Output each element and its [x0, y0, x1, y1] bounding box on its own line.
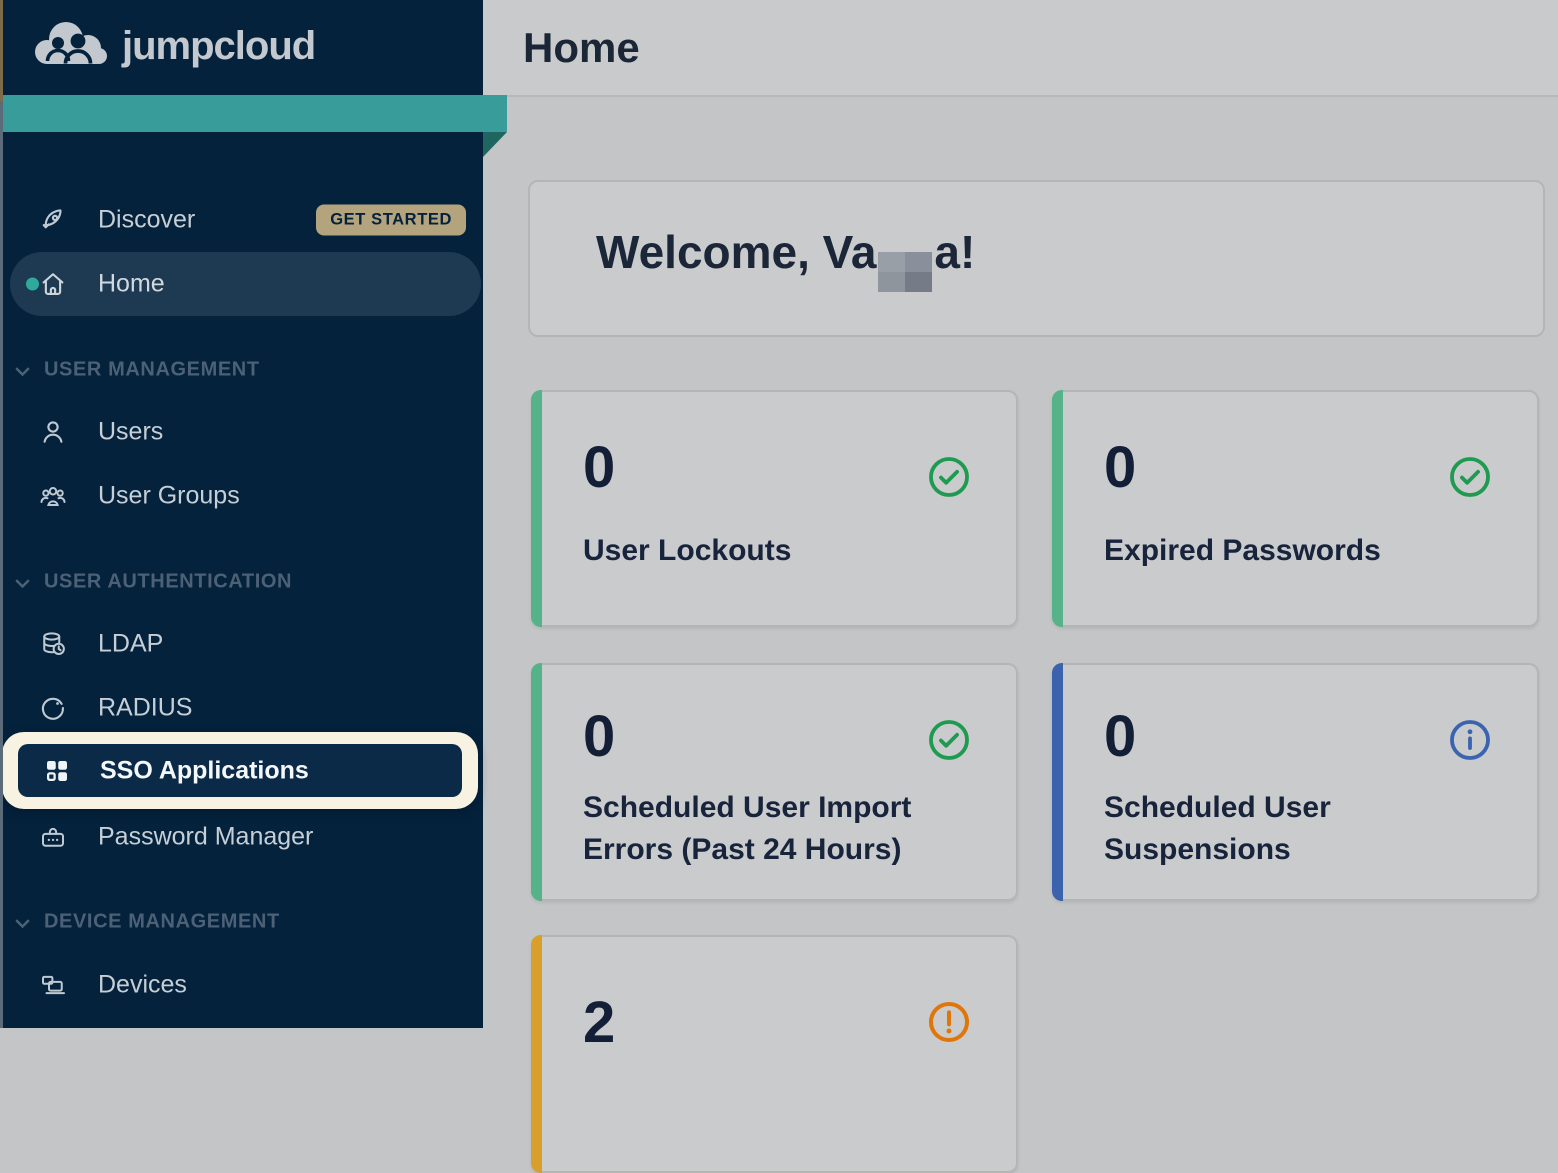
radius-radar-icon [38, 693, 68, 723]
card-accent-bar [1052, 663, 1063, 901]
stat-card-expired-passwords[interactable]: 0 Expired Passwords [1052, 390, 1539, 627]
screen-edge-bottom [0, 101, 3, 1028]
sidebar: jumpcloud Discover GET STARTED Home [0, 0, 483, 1028]
password-manager-icon [38, 822, 68, 852]
stat-card-scheduled-import-errors[interactable]: 0 Scheduled User Import Errors (Past 24 … [531, 663, 1018, 901]
redacted-name-pixelation [878, 252, 932, 292]
sidebar-item-label: Home [98, 270, 165, 299]
stat-value: 0 [583, 703, 615, 770]
jumpcloud-logo[interactable]: jumpcloud [32, 18, 315, 75]
stat-value: 2 [583, 989, 615, 1056]
ldap-database-icon [38, 629, 68, 659]
sidebar-item-discover[interactable]: Discover GET STARTED [0, 188, 483, 252]
sidebar-item-home[interactable]: Home [0, 252, 483, 316]
sidebar-item-label: RADIUS [98, 694, 192, 723]
sidebar-item-user-groups[interactable]: User Groups [0, 464, 483, 528]
sidebar-item-password-manager[interactable]: Password Manager [0, 805, 483, 869]
sso-grid-icon [42, 756, 72, 786]
welcome-suffix: a! [934, 226, 975, 278]
section-device-management[interactable]: DEVICE MANAGEMENT [0, 909, 483, 935]
stat-label: Expired Passwords [1104, 530, 1464, 572]
section-user-management[interactable]: USER MANAGEMENT [0, 357, 483, 383]
user-group-icon [38, 481, 68, 511]
sidebar-item-sso-applications[interactable]: SSO Applications [18, 744, 462, 797]
chevron-down-icon [15, 917, 30, 928]
sidebar-item-label: Discover [98, 206, 195, 235]
stat-label: Scheduled User Suspensions [1104, 787, 1464, 871]
section-title: USER MANAGEMENT [44, 359, 260, 382]
stat-card-user-lockouts[interactable]: 0 User Lockouts [531, 390, 1018, 627]
jumpcloud-cloud-icon [32, 18, 112, 75]
main-header: Home [483, 0, 1558, 97]
sidebar-item-label: Devices [98, 971, 187, 1000]
chevron-down-icon [15, 577, 30, 588]
section-title: USER AUTHENTICATION [44, 571, 292, 594]
card-accent-bar [1052, 390, 1063, 627]
sidebar-item-radius[interactable]: RADIUS [0, 676, 483, 740]
stat-card-warning[interactable]: 2 [531, 935, 1018, 1173]
card-accent-bar [531, 935, 542, 1173]
rocket-icon [38, 205, 68, 235]
page-title: Home [523, 0, 640, 95]
get-started-badge[interactable]: GET STARTED [316, 205, 466, 236]
stat-label: Scheduled User Import Errors (Past 24 Ho… [583, 787, 943, 871]
devices-icon [38, 970, 68, 1000]
section-title: DEVICE MANAGEMENT [44, 911, 280, 934]
welcome-prefix: Welcome, Va [596, 226, 876, 278]
check-circle-icon [926, 717, 972, 763]
section-user-authentication[interactable]: USER AUTHENTICATION [0, 569, 483, 595]
stat-value: 0 [583, 434, 615, 501]
sidebar-item-label: LDAP [98, 630, 163, 659]
check-circle-icon [926, 454, 972, 500]
sidebar-item-label: User Groups [98, 482, 240, 511]
sidebar-item-devices[interactable]: Devices [0, 953, 483, 1017]
stat-label: User Lockouts [583, 530, 943, 572]
tour-highlight-ring: SSO Applications [2, 732, 478, 809]
warning-circle-icon [926, 999, 972, 1045]
stat-value: 0 [1104, 703, 1136, 770]
teal-fold-corner [483, 132, 507, 157]
stat-value: 0 [1104, 434, 1136, 501]
jumpcloud-logo-text: jumpcloud [122, 24, 315, 69]
teal-accent-band [0, 95, 507, 132]
card-accent-bar [531, 663, 542, 901]
chevron-down-icon [15, 365, 30, 376]
sidebar-item-ldap[interactable]: LDAP [0, 612, 483, 676]
sidebar-item-label: SSO Applications [100, 756, 309, 785]
sidebar-item-label: Password Manager [98, 823, 313, 852]
welcome-card: Welcome, Va a! [528, 180, 1545, 337]
info-circle-icon[interactable] [1447, 717, 1493, 763]
screen-edge-top [0, 0, 3, 101]
sidebar-item-users[interactable]: Users [0, 400, 483, 464]
card-accent-bar [531, 390, 542, 627]
user-icon [38, 417, 68, 447]
stat-card-scheduled-suspensions[interactable]: 0 Scheduled User Suspensions [1052, 663, 1539, 901]
sidebar-item-label: Users [98, 418, 163, 447]
welcome-heading: Welcome, Va a! [596, 225, 975, 292]
home-icon [38, 269, 68, 299]
check-circle-icon [1447, 454, 1493, 500]
